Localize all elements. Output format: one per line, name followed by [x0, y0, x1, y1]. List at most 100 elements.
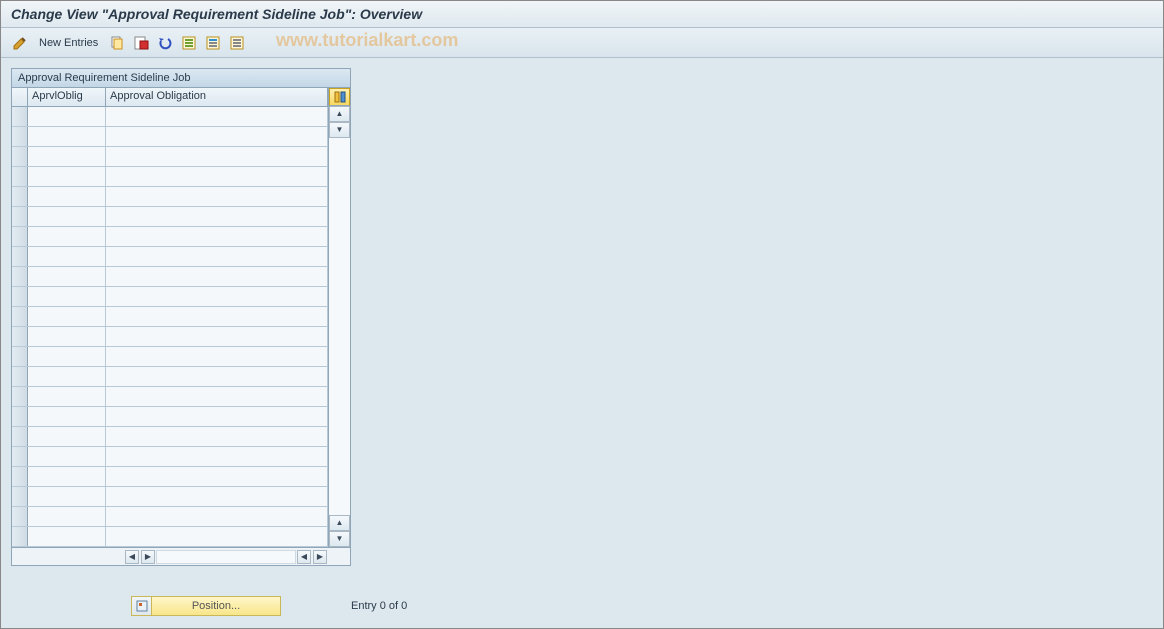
cell-approval-obligation[interactable]: [106, 267, 328, 286]
row-selector[interactable]: [12, 427, 28, 446]
cell-approval-obligation[interactable]: [106, 527, 328, 546]
cell-aprvloblig[interactable]: [28, 427, 106, 446]
cell-aprvloblig[interactable]: [28, 267, 106, 286]
row-selector[interactable]: [12, 107, 28, 126]
scroll-left-button-end[interactable]: ◀: [297, 550, 311, 564]
cell-aprvloblig[interactable]: [28, 167, 106, 186]
cell-approval-obligation[interactable]: [106, 387, 328, 406]
scroll-up-button-bottom[interactable]: ▲: [329, 515, 350, 531]
table-row: [12, 527, 328, 547]
scroll-right-button-end[interactable]: ▶: [313, 550, 327, 564]
row-selector[interactable]: [12, 347, 28, 366]
grid-title: Approval Requirement Sideline Job: [12, 69, 350, 88]
position-icon: [132, 597, 152, 615]
cell-aprvloblig[interactable]: [28, 367, 106, 386]
column-header-aprvloblig[interactable]: AprvlOblig: [28, 88, 106, 106]
row-selector[interactable]: [12, 207, 28, 226]
row-selector[interactable]: [12, 227, 28, 246]
toggle-display-change-icon[interactable]: [11, 34, 29, 52]
cell-aprvloblig[interactable]: [28, 307, 106, 326]
table-row: [12, 347, 328, 367]
row-selector[interactable]: [12, 167, 28, 186]
column-header-approval-obligation[interactable]: Approval Obligation: [106, 88, 328, 106]
row-selector[interactable]: [12, 267, 28, 286]
footer: Position... Entry 0 of 0: [1, 596, 1163, 616]
table-row: [12, 267, 328, 287]
select-block-icon[interactable]: [204, 34, 222, 52]
watermark-text: www.tutorialkart.com: [276, 30, 458, 51]
cell-approval-obligation[interactable]: [106, 407, 328, 426]
cell-approval-obligation[interactable]: [106, 327, 328, 346]
cell-aprvloblig[interactable]: [28, 447, 106, 466]
cell-approval-obligation[interactable]: [106, 427, 328, 446]
row-selector[interactable]: [12, 387, 28, 406]
scroll-left-button[interactable]: ◀: [125, 550, 139, 564]
cell-approval-obligation[interactable]: [106, 127, 328, 146]
row-selector[interactable]: [12, 187, 28, 206]
row-selector[interactable]: [12, 327, 28, 346]
cell-aprvloblig[interactable]: [28, 287, 106, 306]
cell-aprvloblig[interactable]: [28, 407, 106, 426]
cell-approval-obligation[interactable]: [106, 487, 328, 506]
cell-approval-obligation[interactable]: [106, 307, 328, 326]
undo-change-icon[interactable]: [156, 34, 174, 52]
table-row: [12, 407, 328, 427]
cell-approval-obligation[interactable]: [106, 207, 328, 226]
cell-aprvloblig[interactable]: [28, 247, 106, 266]
row-selector[interactable]: [12, 507, 28, 526]
table-settings-icon[interactable]: [329, 88, 350, 106]
cell-aprvloblig[interactable]: [28, 187, 106, 206]
cell-approval-obligation[interactable]: [106, 447, 328, 466]
row-selector[interactable]: [12, 307, 28, 326]
deselect-all-icon[interactable]: [228, 34, 246, 52]
vscroll-track[interactable]: [329, 138, 350, 515]
scroll-up-button[interactable]: ▲: [329, 106, 350, 122]
select-all-icon[interactable]: [180, 34, 198, 52]
cell-aprvloblig[interactable]: [28, 107, 106, 126]
cell-approval-obligation[interactable]: [106, 227, 328, 246]
cell-aprvloblig[interactable]: [28, 347, 106, 366]
cell-approval-obligation[interactable]: [106, 507, 328, 526]
cell-approval-obligation[interactable]: [106, 167, 328, 186]
row-selector[interactable]: [12, 247, 28, 266]
table-row: [12, 287, 328, 307]
scroll-right-button[interactable]: ▶: [141, 550, 155, 564]
cell-aprvloblig[interactable]: [28, 147, 106, 166]
row-selector[interactable]: [12, 407, 28, 426]
scroll-down-button-bottom[interactable]: ▼: [329, 531, 350, 547]
cell-aprvloblig[interactable]: [28, 327, 106, 346]
cell-aprvloblig[interactable]: [28, 127, 106, 146]
copy-as-icon[interactable]: [108, 34, 126, 52]
cell-approval-obligation[interactable]: [106, 187, 328, 206]
cell-approval-obligation[interactable]: [106, 467, 328, 486]
cell-approval-obligation[interactable]: [106, 287, 328, 306]
cell-aprvloblig[interactable]: [28, 527, 106, 546]
cell-aprvloblig[interactable]: [28, 207, 106, 226]
cell-aprvloblig[interactable]: [28, 467, 106, 486]
cell-approval-obligation[interactable]: [106, 247, 328, 266]
row-selector[interactable]: [12, 487, 28, 506]
cell-aprvloblig[interactable]: [28, 227, 106, 246]
cell-approval-obligation[interactable]: [106, 107, 328, 126]
delete-icon[interactable]: [132, 34, 150, 52]
row-selector[interactable]: [12, 147, 28, 166]
cell-aprvloblig[interactable]: [28, 387, 106, 406]
row-selector[interactable]: [12, 367, 28, 386]
cell-aprvloblig[interactable]: [28, 507, 106, 526]
row-selector[interactable]: [12, 467, 28, 486]
row-selector[interactable]: [12, 447, 28, 466]
scroll-down-button[interactable]: ▼: [329, 122, 350, 138]
row-selector[interactable]: [12, 287, 28, 306]
cell-approval-obligation[interactable]: [106, 347, 328, 366]
cell-aprvloblig[interactable]: [28, 487, 106, 506]
grid-header-selector[interactable]: [12, 88, 28, 106]
hscroll-track[interactable]: [156, 550, 296, 564]
new-entries-button[interactable]: New Entries: [35, 35, 102, 51]
cell-approval-obligation[interactable]: [106, 367, 328, 386]
table-row: [12, 327, 328, 347]
row-selector[interactable]: [12, 527, 28, 546]
position-button[interactable]: Position...: [131, 596, 281, 616]
table-row: [12, 447, 328, 467]
row-selector[interactable]: [12, 127, 28, 146]
cell-approval-obligation[interactable]: [106, 147, 328, 166]
